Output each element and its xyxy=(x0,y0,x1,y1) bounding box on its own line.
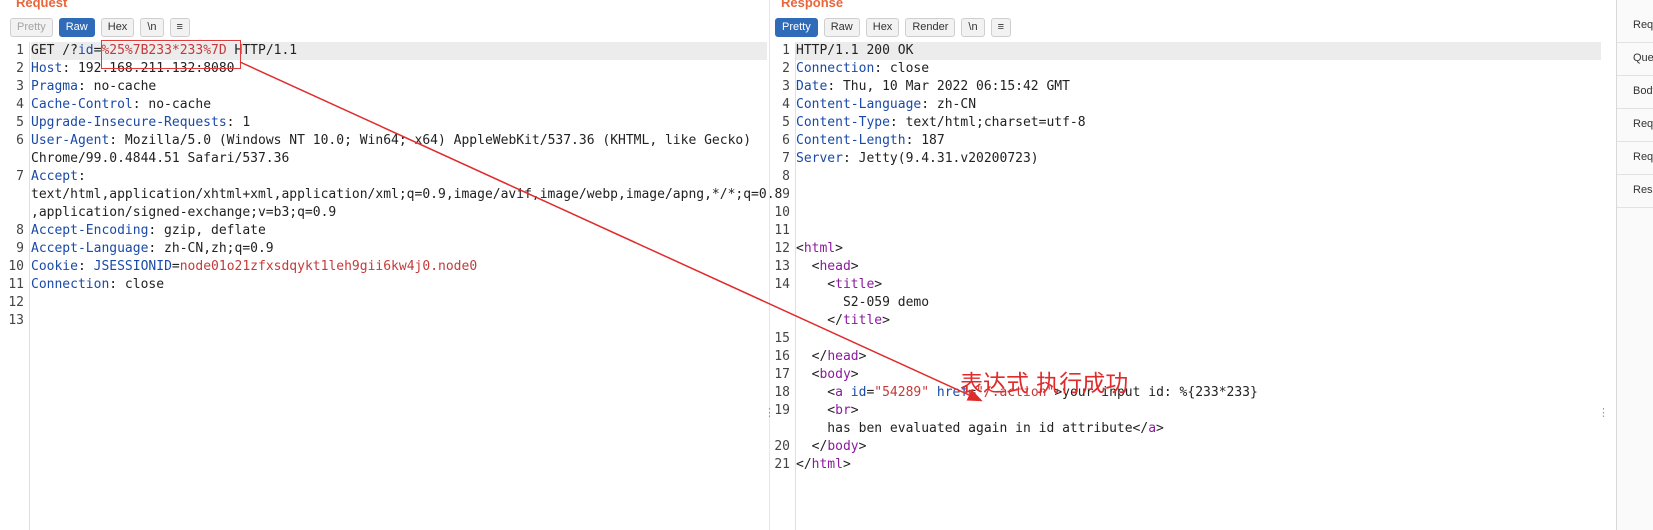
annotation-label: 表达式 执行成功 xyxy=(960,371,1129,397)
annotation-arrow xyxy=(239,61,983,402)
